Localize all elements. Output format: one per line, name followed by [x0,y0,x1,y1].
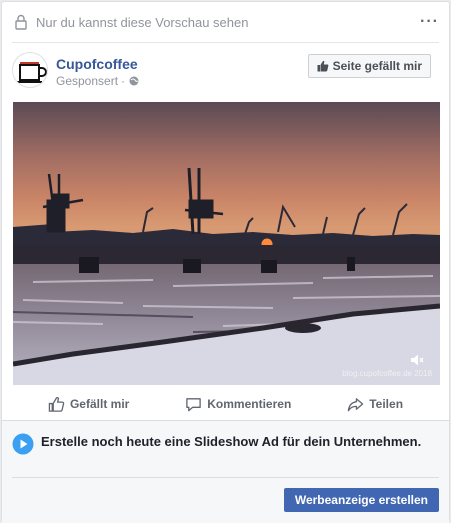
preview-notice-text: Nur du kannst diese Vorschau sehen [36,14,249,30]
divider [12,42,439,43]
cta-row: Erstelle noch heute eine Slideshow Ad fü… [12,433,439,455]
post-header: Cupofcoffee Gesponsert · Seite gefällt m… [12,52,439,94]
like-page-label: Seite gefällt mir [332,59,422,73]
share-arrow-icon [347,397,364,411]
play-circle-icon [12,433,34,455]
comment-action[interactable]: Kommentieren [185,396,291,413]
comment-action-label: Kommentieren [207,397,292,411]
comment-icon [186,397,202,411]
mute-icon[interactable] [410,353,424,367]
divider [12,477,439,478]
globe-icon [129,76,139,86]
cta-text: Erstelle noch heute eine Slideshow Ad fü… [41,434,422,449]
preview-notice-bar: Nur du kannst diese Vorschau sehen ··· [2,2,449,42]
post-actions: Gefällt mir Kommentieren Teilen [2,390,449,418]
more-options-icon[interactable]: ··· [420,14,439,30]
page-avatar[interactable] [12,52,48,88]
create-ad-button[interactable]: Werbeanzeige erstellen [283,488,439,512]
sponsored-row: Gesponsert · [56,74,139,88]
page-name[interactable]: Cupofcoffee [56,56,138,72]
like-action-label: Gefällt mir [69,397,130,411]
sponsored-label[interactable]: Gesponsert [56,74,118,88]
thumbs-up-icon [317,60,328,72]
cta-section: Erstelle noch heute eine Slideshow Ad fü… [2,421,449,523]
ad-preview-card: Nur du kannst diese Vorschau sehen ··· C… [1,1,450,523]
coffee-cup-logo-icon [17,62,47,83]
share-action-label: Teilen [369,397,404,411]
share-action[interactable]: Teilen [347,396,403,413]
slideshow-media[interactable]: blog.cupofcoffee.de 2018 [13,102,440,385]
thumbs-up-outline-icon [48,396,65,412]
lock-icon [15,14,27,30]
harbor-sunset-image [13,102,440,385]
like-action[interactable]: Gefällt mir [48,396,129,413]
separator: · [121,74,126,88]
media-watermark: blog.cupofcoffee.de 2018 [342,369,432,378]
like-page-button[interactable]: Seite gefällt mir [307,54,431,78]
